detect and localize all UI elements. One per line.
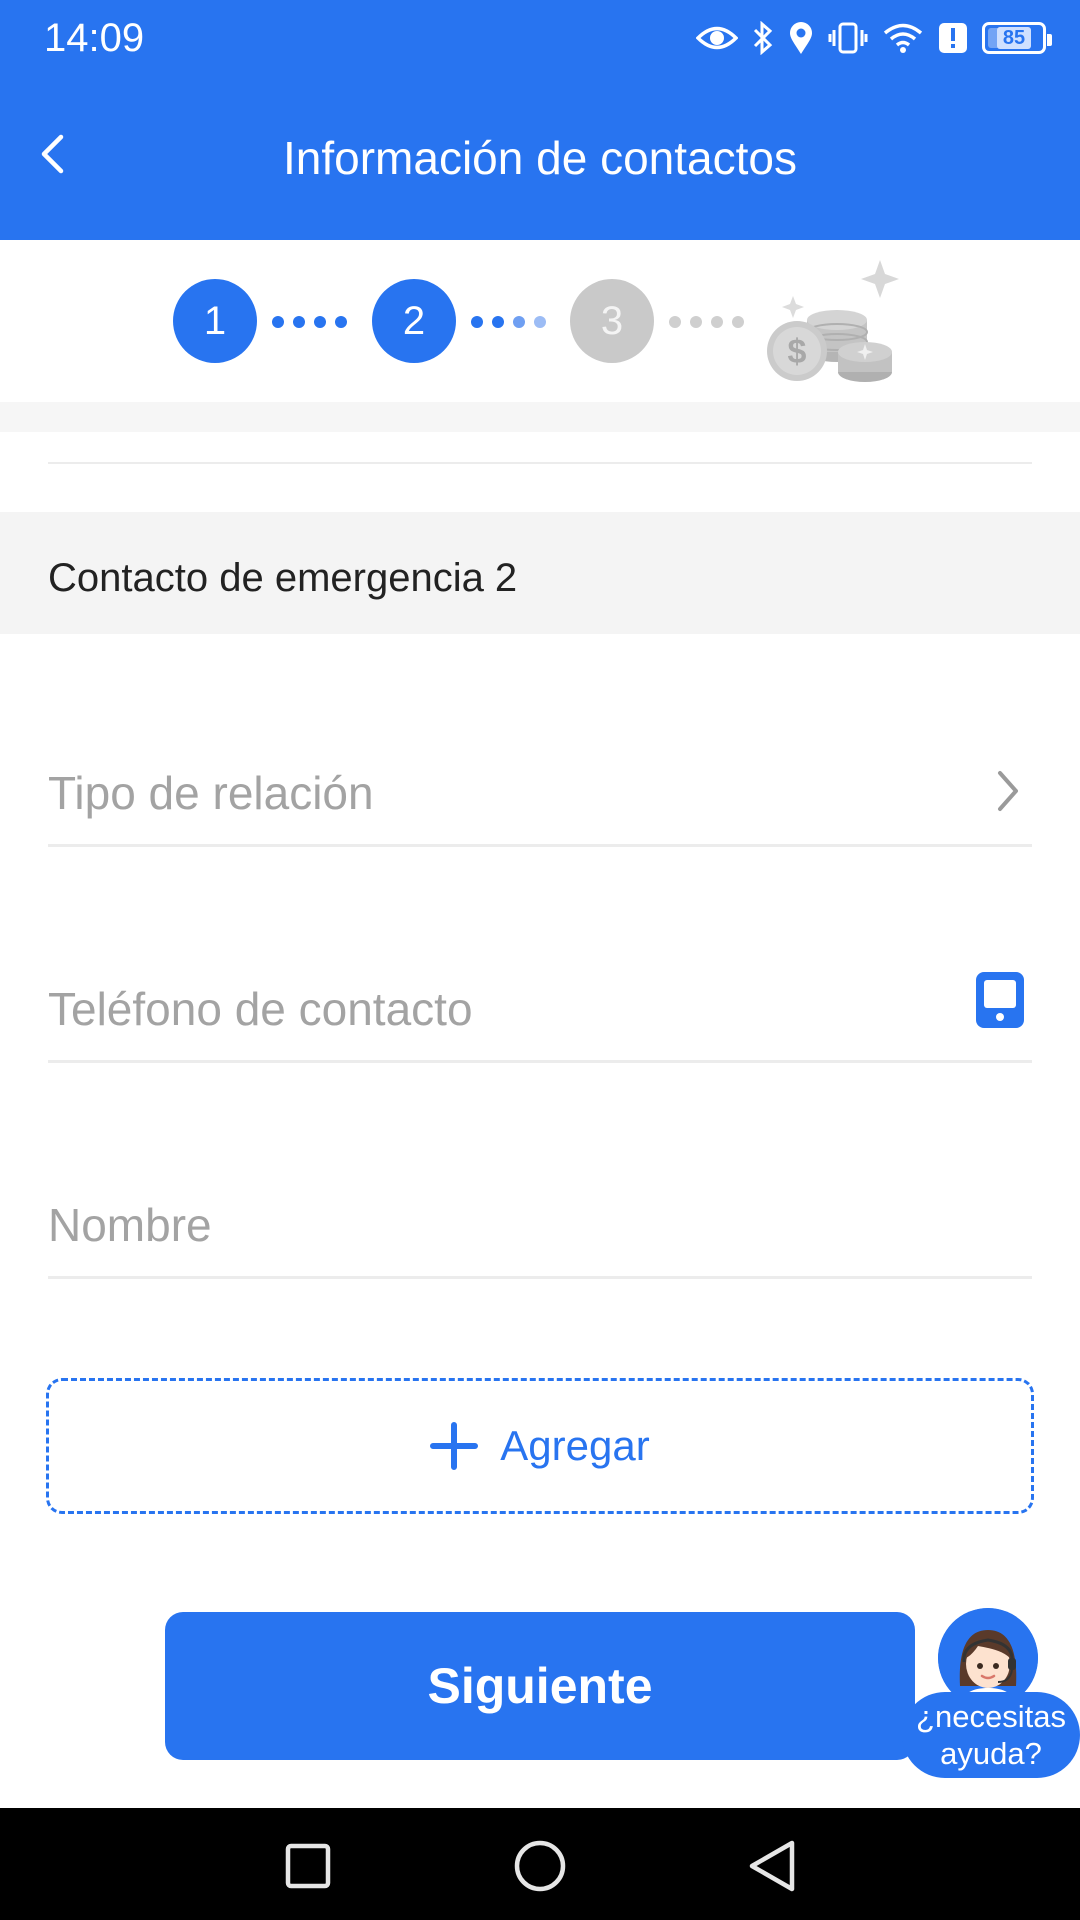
- battery-icon: 85: [982, 22, 1052, 54]
- next-button[interactable]: Siguiente: [165, 1612, 915, 1760]
- bluetooth-icon: [753, 21, 773, 55]
- status-time: 14:09: [44, 16, 145, 60]
- status-icons: 85: [696, 18, 1052, 58]
- system-navigation-bar: [0, 1808, 1080, 1920]
- section-separator: [0, 402, 1080, 432]
- triangle-back-icon: [749, 1840, 795, 1892]
- vibrate-icon: [828, 22, 868, 54]
- step-2: 2: [372, 279, 456, 363]
- relation-type-field[interactable]: Tipo de relación: [48, 737, 1032, 847]
- app-header: 14:09 85 Información de contactos: [0, 0, 1080, 240]
- home-button[interactable]: [510, 1836, 570, 1896]
- alert-icon: [939, 23, 967, 53]
- help-widget[interactable]: ¿necesitas ayuda?: [902, 1608, 1080, 1778]
- location-icon: [790, 22, 812, 54]
- progress-stepper: 1 2 3 $: [0, 240, 1080, 402]
- plus-icon: [430, 1422, 479, 1470]
- add-contact-button[interactable]: Agregar: [46, 1378, 1034, 1514]
- contact-phone-field[interactable]: Teléfono de contacto: [48, 953, 1032, 1063]
- help-text-line2: ayuda?: [940, 1736, 1042, 1771]
- circle-icon: [514, 1840, 566, 1892]
- contact-phone-placeholder: Teléfono de contacto: [48, 983, 473, 1035]
- previous-field-divider: [48, 462, 1032, 464]
- section-header: Contacto de emergencia 2: [0, 512, 1080, 634]
- coins-icon: $: [767, 260, 899, 382]
- wifi-icon: [883, 23, 923, 53]
- step-connector-2: [471, 316, 546, 328]
- battery-level: 85: [996, 27, 1032, 49]
- recent-apps-button[interactable]: [278, 1836, 338, 1896]
- chevron-right-icon: [998, 771, 1018, 811]
- name-placeholder: Nombre: [48, 1199, 212, 1251]
- contacts-book-icon[interactable]: [976, 972, 1024, 1028]
- step-1: 1: [173, 279, 257, 363]
- step-3: 3: [570, 279, 654, 363]
- page-title: Información de contactos: [283, 132, 797, 184]
- section-title: Contacto de emergencia 2: [48, 556, 518, 600]
- svg-text:$: $: [788, 333, 807, 371]
- step-connector-1: [272, 316, 347, 328]
- name-field[interactable]: Nombre: [48, 1169, 1032, 1279]
- relation-type-placeholder: Tipo de relación: [48, 767, 374, 819]
- add-contact-label: Agregar: [500, 1422, 650, 1469]
- square-icon: [285, 1843, 331, 1889]
- help-bubble: ¿necesitas ayuda?: [902, 1692, 1080, 1778]
- back-nav-button[interactable]: [742, 1836, 802, 1896]
- step-connector-3: [669, 316, 744, 328]
- eye-icon: [696, 26, 738, 50]
- help-text-line1: ¿necesitas: [916, 1699, 1066, 1734]
